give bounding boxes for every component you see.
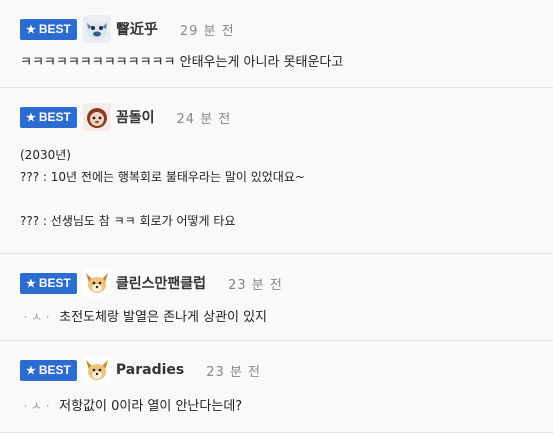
comment-text: ??? : 10년 전에는 행복회로 불태우라는 말이 있었대요~: [20, 170, 305, 184]
best-badge: ★ BEST: [20, 359, 77, 381]
best-badge: ★ BEST: [20, 272, 77, 294]
star-icon: ★: [26, 277, 36, 290]
comment-header: ★ BEST 꼼돌이 24 분 전: [20, 102, 231, 132]
best-badge: ★ BEST: [20, 18, 77, 40]
comment-item: ★ BEST 꼼돌이 24 분 전 (2030년) ??? : 10년 전에는 행…: [0, 88, 553, 254]
comment-list: ★ BEST 瞖近乎 29 분 전 ㅋㅋㅋㅋㅋㅋㅋㅋㅋㅋㅋㅋㅋ 안태우는게 아니라…: [0, 0, 553, 433]
avatar[interactable]: [82, 103, 111, 131]
comment-text: ㆍㅅㆍ 초전도체랑 발열은 존나게 상관이 있지: [20, 306, 267, 328]
comment-text: ??? : 선생님도 참 ㅋㅋ 회로가 어떻게 타요: [20, 214, 236, 228]
star-icon: ★: [26, 111, 36, 124]
star-icon: ★: [26, 364, 36, 377]
best-badge-label: BEST: [38, 110, 71, 124]
author-nickname[interactable]: 瞖近乎: [116, 19, 158, 39]
reply-marker: ㆍㅅㆍ: [20, 310, 54, 324]
comment-body: (2030년) ??? : 10년 전에는 행복회로 불태우라는 말이 있었대요…: [20, 144, 305, 232]
comment-time: 23 분 전: [228, 277, 283, 293]
avatar[interactable]: [82, 356, 111, 384]
author-nickname[interactable]: Paradies: [116, 362, 184, 378]
comment-text: ㆍㅅㆍ 저항값이 0이라 열이 안난다는데?: [20, 395, 242, 417]
comment-header: ★ BEST Paradies 23 분 전: [20, 355, 261, 385]
best-badge: ★ BEST: [20, 106, 77, 128]
avatar[interactable]: [82, 269, 111, 297]
author-nickname[interactable]: 꼼돌이: [116, 107, 155, 127]
comment-text-content: 저항값이 0이라 열이 안난다는데?: [59, 399, 243, 414]
avatar[interactable]: [82, 15, 111, 43]
comment-time: 23 분 전: [206, 364, 261, 380]
comment-item: ★ BEST 瞖近乎 29 분 전 ㅋㅋㅋㅋㅋㅋㅋㅋㅋㅋㅋㅋㅋ 안태우는게 아니라…: [0, 0, 553, 88]
comment-text: (2030년): [20, 148, 71, 162]
reply-marker: ㆍㅅㆍ: [20, 399, 54, 413]
comment-text: ㅋㅋㅋㅋㅋㅋㅋㅋㅋㅋㅋㅋㅋ 안태우는게 아니라 못태운다고: [20, 55, 344, 70]
comment-body: ㅋㅋㅋㅋㅋㅋㅋㅋㅋㅋㅋㅋㅋ 안태우는게 아니라 못태운다고: [20, 52, 343, 74]
best-badge-label: BEST: [38, 276, 71, 290]
comment-item: ★ BEST 클린스만팬클럽 23 분 전 ㆍㅅㆍ 초전도체랑 발열은 존나게 상관…: [0, 254, 553, 341]
comment-body: ㆍㅅㆍ 초전도체랑 발열은 존나게 상관이 있지: [20, 306, 267, 328]
comment-text-content: 초전도체랑 발열은 존나게 상관이 있지: [59, 310, 268, 325]
author-nickname[interactable]: 클린스만팬클럽: [116, 273, 206, 293]
comment-header: ★ BEST 클린스만팬클럽 23 분 전: [20, 268, 283, 298]
best-badge-label: BEST: [38, 363, 71, 377]
comment-time: 24 분 전: [176, 111, 232, 127]
best-badge-label: BEST: [38, 22, 71, 36]
comment-item: ★ BEST Paradies 23 분 전 ㆍㅅㆍ 저항값이 0이라 열이 안난다…: [0, 341, 553, 433]
comment-body: ㆍㅅㆍ 저항값이 0이라 열이 안난다는데?: [20, 395, 242, 417]
star-icon: ★: [26, 23, 36, 36]
comment-time: 29 분 전: [179, 23, 235, 39]
comment-header: ★ BEST 瞖近乎 29 분 전: [20, 14, 235, 44]
